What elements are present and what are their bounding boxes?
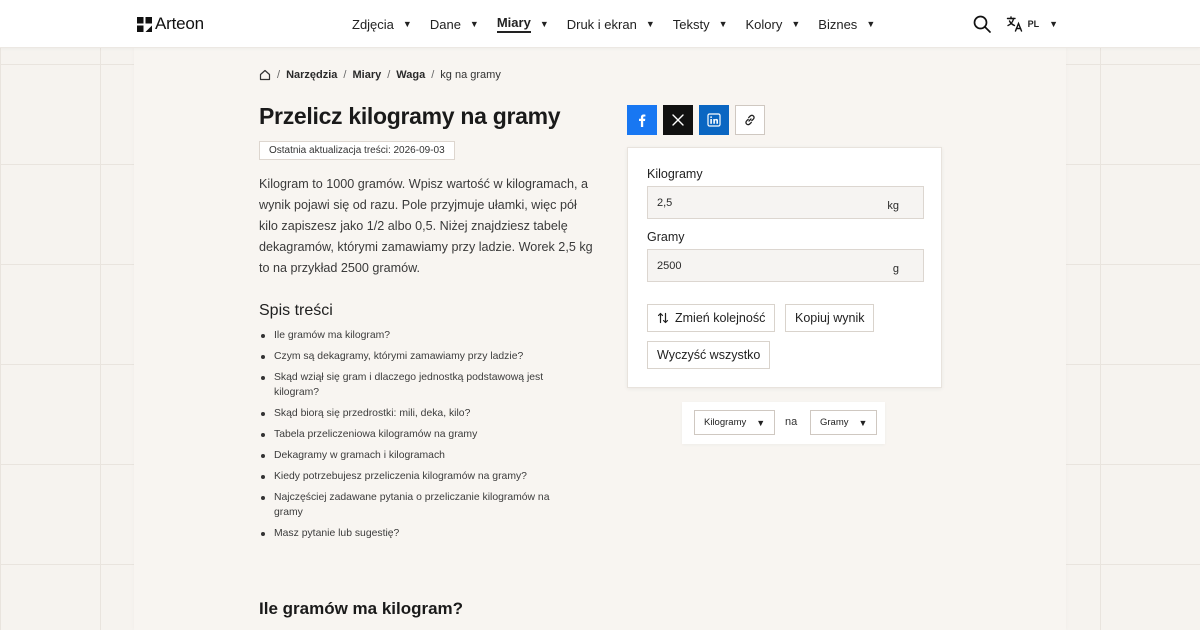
page-title: Przelicz kilogramy na gramy: [259, 103, 561, 129]
breadcrumb-waga[interactable]: Waga: [396, 69, 425, 81]
toc-title: Spis treści: [259, 302, 333, 319]
link-icon: [745, 114, 755, 126]
nav-label: Zdjęcia: [352, 16, 394, 32]
caret-down-icon: ▼: [469, 19, 479, 29]
toc-item[interactable]: Kiedy potrzebujesz przeliczenia kilogram…: [259, 469, 579, 484]
section-heading: Ile gramów ma kilogram?: [259, 599, 464, 618]
main-content: / Narzędzia / Miary / Waga / kg na gramy…: [134, 48, 1066, 630]
swap-arrows-icon: [657, 312, 669, 324]
unit-connector: na: [785, 416, 798, 428]
kilograms-label: Kilogramy: [647, 167, 703, 181]
breadcrumb-separator: /: [387, 69, 391, 81]
clear-all-label: Wyczyść wszystko: [657, 348, 761, 362]
breadcrumb-current: kg na gramy: [440, 69, 501, 81]
header-actions: PL ▼: [972, 14, 1058, 34]
nav-label: Druk i ekran: [566, 16, 637, 32]
breadcrumb-separator: /: [343, 69, 347, 81]
breadcrumb-narzedzia[interactable]: Narzędzia: [286, 69, 337, 81]
nav-item-dane[interactable]: Dane ▼: [430, 0, 479, 48]
caret-down-icon: ▼: [866, 19, 876, 29]
breadcrumb: / Narzędzia / Miary / Waga / kg na gramy: [259, 69, 501, 81]
last-updated-badge: Ostatnia aktualizacja treści: 2026-09-03: [259, 141, 455, 160]
from-unit-value: Kilogramy: [704, 417, 747, 428]
nav-item-biznes[interactable]: Biznes ▼: [818, 0, 875, 48]
grams-label: Gramy: [647, 230, 685, 244]
nav-label: Kolory: [745, 16, 783, 32]
caret-down-icon: ▼: [402, 19, 412, 29]
toc-item[interactable]: Najczęściej zadawane pytania o przelicza…: [259, 490, 569, 520]
main-nav: Zdjęcia ▼ Dane ▼ Miary ▼ Druk i ekran ▼ …: [352, 0, 893, 48]
grams-input[interactable]: 2500 g: [647, 249, 924, 282]
nav-item-teksty[interactable]: Teksty ▼: [673, 0, 728, 48]
from-unit-select[interactable]: Kilogramy ▼: [694, 410, 776, 435]
converter-panel: Kilogramy 2,5 kg Gramy 2500 g Zmień kole…: [627, 147, 942, 388]
caret-down-icon: ▼: [718, 19, 728, 29]
copy-link-button[interactable]: [735, 105, 765, 135]
share-facebook-button[interactable]: [627, 105, 657, 135]
breadcrumb-miary[interactable]: Miary: [352, 69, 381, 81]
to-unit-select[interactable]: Gramy ▼: [810, 410, 878, 435]
breadcrumb-separator: /: [277, 69, 281, 81]
grams-unit: g: [892, 263, 899, 275]
share-buttons: [627, 105, 765, 135]
toc-item[interactable]: Skąd wziął się gram i dlaczego jednostką…: [259, 370, 559, 400]
caret-down-icon: ▼: [756, 417, 766, 428]
facebook-icon: [639, 114, 646, 127]
caret-down-icon: ▼: [539, 19, 549, 29]
copy-result-button[interactable]: Kopiuj wynik: [785, 304, 875, 332]
arteon-logo-icon: [137, 16, 152, 32]
nav-item-druk-i-ekran[interactable]: Druk i ekran ▼: [567, 0, 655, 48]
swap-order-button[interactable]: Zmień kolejność: [647, 304, 776, 332]
linkedin-icon: [707, 113, 721, 127]
intro-paragraph: Kilogram to 1000 gramów. Wpisz wartość w…: [259, 177, 593, 275]
nav-item-zdjecia[interactable]: Zdjęcia ▼: [352, 0, 412, 48]
kilograms-input[interactable]: 2,5 kg: [647, 186, 924, 219]
caret-down-icon: ▼: [791, 19, 801, 29]
breadcrumb-separator: /: [431, 69, 435, 81]
nav-label: Teksty: [672, 16, 710, 32]
kilograms-unit: kg: [887, 200, 899, 212]
home-icon[interactable]: [259, 69, 271, 81]
copy-result-label: Kopiuj wynik: [795, 311, 865, 325]
clear-all-button[interactable]: Wyczyść wszystko: [647, 341, 771, 369]
swap-order-label: Zmień kolejność: [675, 311, 766, 325]
toc-item[interactable]: Tabela przeliczeniowa kilogramów na gram…: [259, 427, 579, 442]
caret-down-icon: ▼: [858, 417, 868, 428]
nav-label: Miary: [496, 15, 531, 33]
language-code: PL: [1027, 19, 1040, 29]
language-switcher[interactable]: PL ▼: [1006, 15, 1058, 33]
search-icon[interactable]: [972, 14, 992, 34]
table-of-contents: Ile gramów ma kilogram? Czym są dekagram…: [259, 328, 579, 547]
grams-value: 2500: [657, 260, 682, 272]
unit-picker: Kilogramy ▼ na Gramy ▼: [682, 402, 885, 444]
x-icon: [672, 114, 684, 126]
toc-item[interactable]: Czym są dekagramy, którymi zamawiamy prz…: [259, 349, 579, 364]
translate-icon: [1006, 16, 1022, 32]
share-x-button[interactable]: [663, 105, 693, 135]
nav-item-miary[interactable]: Miary ▼: [496, 0, 549, 48]
kilograms-value: 2,5: [657, 197, 673, 209]
brand-name: Arteon: [155, 14, 204, 33]
site-header: Arteon Zdjęcia ▼ Dane ▼ Miary ▼ Druk i e…: [0, 0, 1200, 48]
toc-item[interactable]: Dekagramy w gramach i kilogramach: [259, 448, 579, 463]
to-unit-value: Gramy: [820, 417, 849, 428]
nav-label: Biznes: [818, 16, 858, 32]
toc-item[interactable]: Ile gramów ma kilogram?: [259, 328, 579, 343]
share-linkedin-button[interactable]: [699, 105, 729, 135]
toc-item[interactable]: Skąd biorą się przedrostki: mili, deka, …: [259, 406, 579, 421]
caret-down-icon: ▼: [1049, 19, 1058, 29]
nav-item-kolory[interactable]: Kolory ▼: [746, 0, 801, 48]
toc-item[interactable]: Masz pytanie lub sugestię?: [259, 526, 579, 541]
nav-label: Dane: [429, 16, 461, 32]
caret-down-icon: ▼: [645, 19, 655, 29]
logo[interactable]: Arteon: [137, 14, 204, 34]
